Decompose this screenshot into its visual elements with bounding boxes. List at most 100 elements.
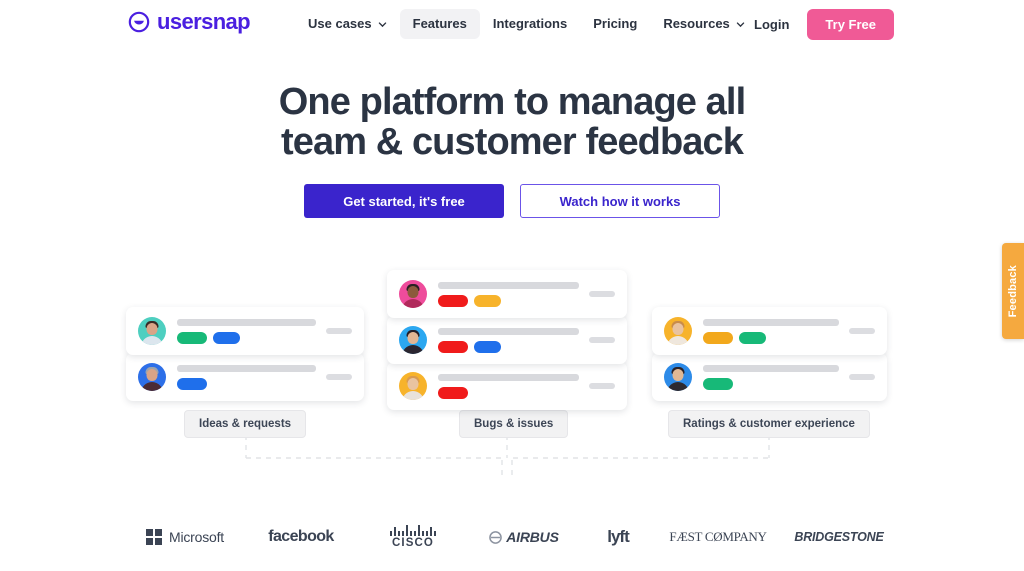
nav-item-integrations[interactable]: Integrations (480, 9, 580, 39)
logo-facebook: facebook (245, 528, 357, 546)
tag (438, 340, 468, 353)
cisco-bars-icon (390, 525, 436, 536)
customer-logo-bar: Microsoft facebook CISCO AIRBUS lyft FÆS… (0, 520, 1024, 554)
column-bugs-issues: Bugs & issues (387, 270, 627, 438)
chip-ratings-customer-experience[interactable]: Ratings & customer experience (668, 410, 870, 438)
tag (177, 377, 207, 390)
feedback-row[interactable] (387, 362, 627, 410)
nav-item-use-cases[interactable]: Use cases (295, 9, 400, 39)
tag-group (177, 377, 316, 390)
chevron-down-icon (378, 21, 386, 27)
tag (739, 331, 766, 344)
row-meta-bar (589, 337, 615, 343)
row-meta-bar (326, 328, 352, 334)
tag-group (438, 386, 579, 399)
avatar (664, 317, 692, 345)
hero-headline: One platform to manage all team & custom… (0, 82, 1024, 162)
chip-ideas-requests[interactable]: Ideas & requests (184, 410, 307, 438)
brand-logo[interactable]: usersnap (128, 9, 251, 34)
product-illustration: Ideas & requests Bugs & issues Ratings &… (0, 255, 1024, 485)
avatar (399, 326, 427, 354)
tag (438, 386, 468, 399)
chevron-down-icon (736, 21, 745, 27)
title-placeholder-bar (703, 318, 839, 326)
tag (213, 331, 240, 344)
hero-headline-line1: One platform to manage all (278, 81, 746, 123)
tag-group (177, 331, 316, 344)
logo-airbus: AIRBUS (469, 529, 579, 545)
hero-cta-row: Get started, it's free Watch how it work… (0, 184, 1024, 218)
row-content (438, 327, 579, 353)
logo-label: lyft (607, 527, 629, 546)
chip-bugs-issues[interactable]: Bugs & issues (459, 410, 569, 438)
nav-item-features[interactable]: Features (399, 9, 480, 39)
logo-bridgestone: BRIDGESTONE (779, 530, 899, 544)
column-ratings-customer-experience: Ratings & customer experience (652, 307, 887, 438)
tag-group (438, 340, 579, 353)
nav-links: Use cases Features Integrations Pricing … (295, 9, 758, 39)
nav-item-label: Integrations (492, 16, 568, 31)
column-ideas-requests: Ideas & requests (126, 307, 364, 438)
row-meta-bar (589, 291, 615, 297)
nav-item-label: Features (412, 16, 467, 31)
tag (703, 331, 733, 344)
nav-item-label: Pricing (593, 16, 638, 31)
logo-microsoft: Microsoft (125, 529, 245, 545)
nav-item-label: Resources (663, 16, 730, 31)
nav-item-resources[interactable]: Resources (650, 9, 757, 39)
feedback-row[interactable] (652, 353, 887, 401)
row-content (438, 281, 579, 307)
feedback-row[interactable] (387, 270, 627, 318)
logo-cisco: CISCO (357, 525, 469, 549)
feedback-row[interactable] (126, 307, 364, 355)
title-placeholder-bar (438, 327, 579, 335)
tag (703, 377, 733, 390)
brand-name: usersnap (157, 9, 251, 34)
row-content (177, 364, 316, 390)
nav-item-pricing[interactable]: Pricing (580, 9, 650, 39)
row-content (703, 364, 839, 390)
logo-label: CISCO (392, 537, 434, 549)
login-link[interactable]: Login (750, 9, 793, 40)
title-placeholder-bar (438, 281, 579, 289)
try-free-button[interactable]: Try Free (807, 9, 894, 40)
row-content (703, 318, 839, 344)
title-placeholder-bar (177, 364, 316, 372)
feedback-row[interactable] (387, 316, 627, 364)
row-meta-bar (849, 328, 875, 334)
tag-group (438, 294, 579, 307)
row-meta-bar (849, 374, 875, 380)
tag-group (703, 377, 839, 390)
tag (474, 340, 501, 353)
avatar (138, 317, 166, 345)
row-meta-bar (589, 383, 615, 389)
nav-item-label: Use cases (308, 16, 372, 31)
top-navigation-bar: usersnap Use cases Features Integrations… (0, 0, 1024, 48)
tag (177, 331, 207, 344)
logo-label: BRIDGESTONE (794, 530, 884, 544)
title-placeholder-bar (177, 318, 316, 326)
nav-actions: Login Try Free (750, 9, 894, 40)
avatar (138, 363, 166, 391)
get-started-button[interactable]: Get started, it's free (304, 184, 504, 218)
watch-how-it-works-button[interactable]: Watch how it works (520, 184, 720, 218)
hero-headline-line2: team & customer feedback (280, 121, 744, 163)
title-placeholder-bar (703, 364, 839, 372)
row-content (177, 318, 316, 344)
avatar (399, 372, 427, 400)
logo-label: AIRBUS (506, 529, 559, 545)
logo-lyft: lyft (579, 527, 657, 547)
feedback-row[interactable] (126, 353, 364, 401)
row-content (438, 373, 579, 399)
logo-label: FÆST CØMPANY (669, 529, 767, 544)
logo-label: Microsoft (169, 529, 224, 545)
airbus-swirl-icon (489, 530, 503, 544)
microsoft-squares-icon (146, 529, 162, 545)
title-placeholder-bar (438, 373, 579, 381)
tag (474, 294, 501, 307)
avatar (664, 363, 692, 391)
landing-page: usersnap Use cases Features Integrations… (0, 0, 1024, 571)
tag-group (703, 331, 839, 344)
logo-label: facebook (268, 528, 334, 545)
feedback-row[interactable] (652, 307, 887, 355)
